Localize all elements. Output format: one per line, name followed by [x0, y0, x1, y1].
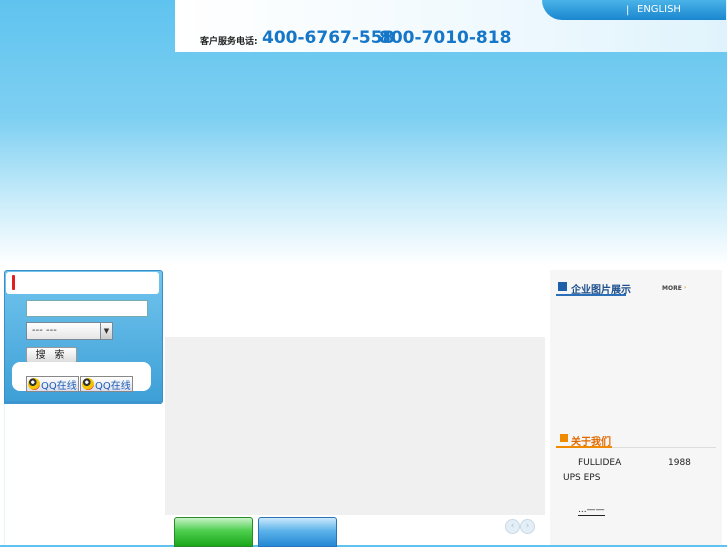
more-link[interactable]: MORE	[662, 285, 682, 292]
center-content-panel	[165, 337, 545, 515]
phone-number-1: 400-6767-558	[262, 28, 395, 48]
category-select-value: --- ---	[32, 325, 57, 336]
qq-penguin-icon	[28, 378, 40, 390]
center-top-area	[165, 265, 545, 337]
language-bar	[542, 0, 726, 20]
qq-online-label: QQ在线	[95, 380, 131, 392]
next-arrow-button[interactable]: ›	[520, 519, 535, 534]
qq-online-label: QQ在线	[41, 380, 77, 392]
prev-arrow-button[interactable]: ‹	[505, 519, 520, 534]
language-separator: |	[626, 5, 630, 16]
title-marker-icon	[12, 275, 15, 290]
gallery-area	[553, 297, 719, 427]
about-text-year: 1988	[668, 458, 691, 468]
more-arrow-icon: ›	[684, 284, 687, 291]
left-lower-panel	[4, 404, 162, 545]
tab-green[interactable]	[174, 517, 253, 547]
chevron-down-icon[interactable]: ▼	[100, 323, 112, 339]
qq-online-button-1[interactable]: QQ在线	[26, 376, 79, 392]
about-more-link[interactable]: ...——	[578, 505, 605, 516]
qq-online-button-2[interactable]: QQ在线	[80, 376, 133, 392]
search-input[interactable]	[26, 300, 148, 317]
about-text-products: UPS EPS	[563, 473, 601, 483]
phone-number-2: 800-7010-818	[379, 28, 512, 48]
search-panel-title-bar	[6, 272, 159, 294]
about-title-underline	[556, 446, 612, 448]
category-select[interactable]: --- --- ▼	[26, 322, 113, 340]
hotline-label: 客户服务电话:	[200, 37, 258, 47]
about-text-company: FULLIDEA	[578, 458, 622, 468]
search-button[interactable]: 搜 索	[26, 347, 77, 363]
gallery-title-underline	[556, 294, 626, 296]
gallery-arrow-icon	[558, 282, 567, 291]
english-link[interactable]: ENGLISH	[637, 4, 681, 15]
tab-blue[interactable]	[258, 517, 337, 547]
qq-penguin-icon	[82, 378, 94, 390]
about-arrow-icon	[560, 434, 568, 442]
